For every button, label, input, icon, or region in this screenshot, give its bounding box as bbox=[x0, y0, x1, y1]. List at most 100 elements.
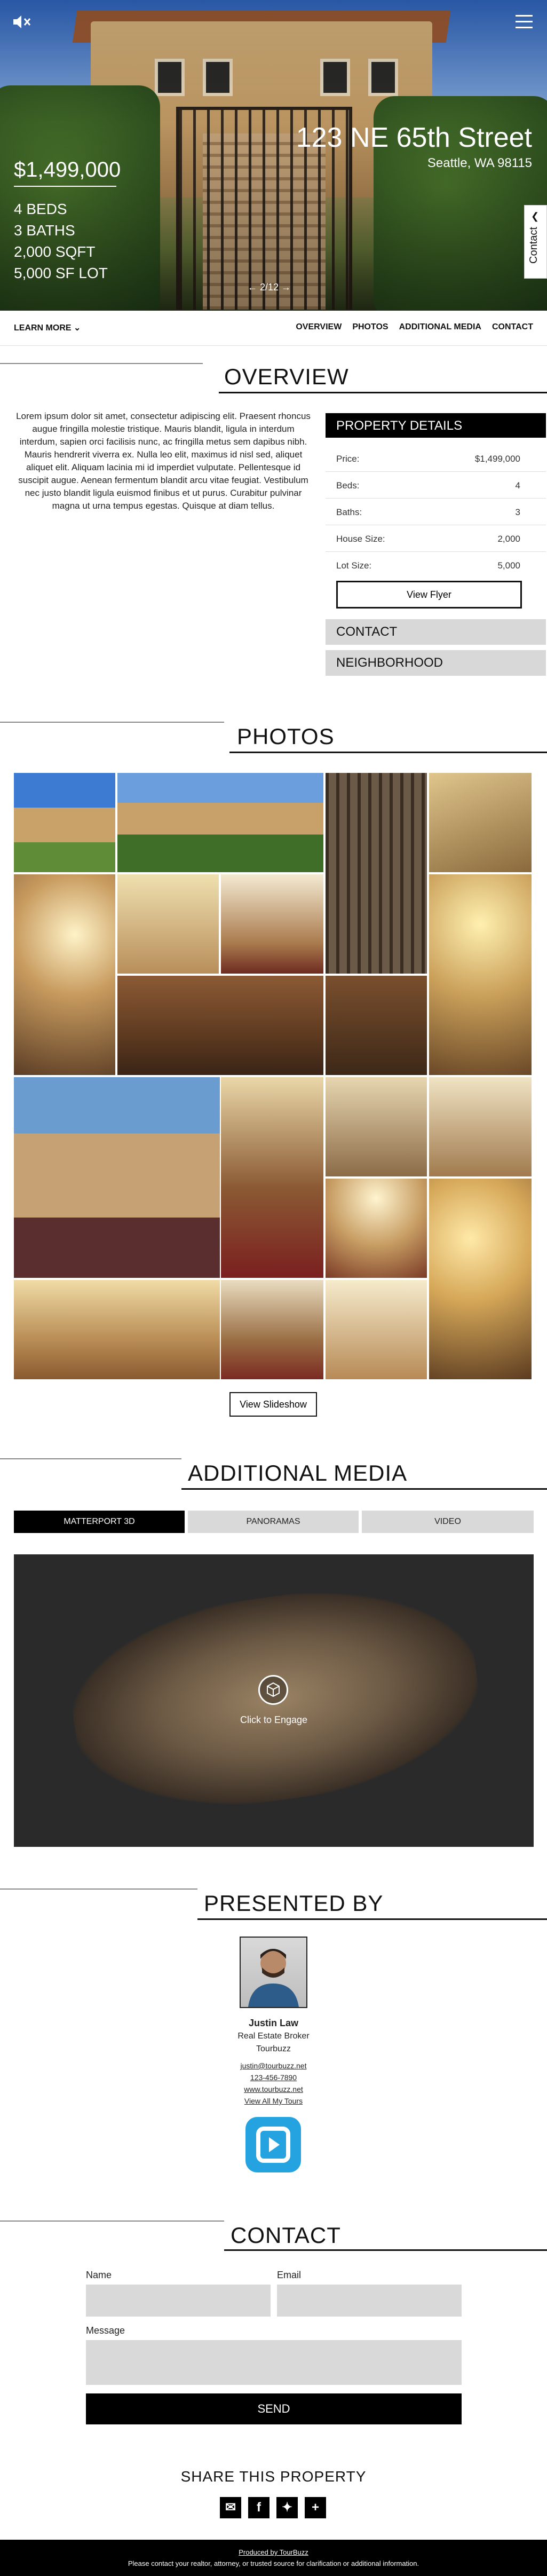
name-label: Name bbox=[86, 2270, 112, 2280]
media-rule-right bbox=[181, 1488, 547, 1490]
detail-label: Baths: bbox=[336, 507, 362, 517]
agent-phone-link[interactable]: 123-456-7890 bbox=[0, 2073, 547, 2082]
name-input[interactable] bbox=[86, 2285, 271, 2317]
gallery-photo[interactable] bbox=[429, 1077, 532, 1176]
gallery-photo[interactable] bbox=[326, 1280, 427, 1379]
overview-description: Lorem ipsum dolor sit amet, consectetur … bbox=[16, 411, 311, 511]
gallery-photo[interactable] bbox=[14, 1077, 220, 1278]
gallery-photo[interactable] bbox=[117, 773, 323, 872]
email-label: Email bbox=[277, 2270, 302, 2280]
hero-facts: 4 BEDS 3 BATHS 2,000 SQFT 5,000 SF LOT bbox=[14, 199, 108, 284]
view-slideshow-button[interactable]: View Slideshow bbox=[229, 1392, 317, 1417]
gallery-photo[interactable] bbox=[429, 874, 532, 1075]
photos-title: PHOTOS bbox=[237, 724, 335, 749]
gallery-photo[interactable] bbox=[14, 773, 115, 872]
fact-baths: 3 BATHS bbox=[14, 222, 75, 239]
detail-row-beds: Beds: 4 bbox=[326, 472, 546, 499]
message-textarea[interactable] bbox=[86, 2340, 462, 2385]
nav-link-contact[interactable]: CONTACT bbox=[492, 322, 533, 332]
photo-counter[interactable]: ← 2/12 → bbox=[248, 282, 291, 293]
contact-rule-right bbox=[224, 2249, 547, 2251]
detail-value: 4 bbox=[515, 480, 520, 491]
view-all-tours-link[interactable]: View All My Tours bbox=[0, 2097, 547, 2105]
section-nav: LEARN MORE ⌄ OVERVIEW PHOTOS ADDITIONAL … bbox=[0, 311, 547, 346]
street-address: 123 NE 65th Street bbox=[296, 122, 532, 153]
gallery-photo[interactable] bbox=[117, 874, 219, 974]
gallery-photo[interactable] bbox=[326, 1179, 427, 1278]
fact-sqft: 2,000 SQFT bbox=[14, 243, 96, 260]
mute-icon[interactable] bbox=[12, 14, 33, 30]
overview-rule-left bbox=[0, 363, 203, 364]
neighborhood-accordion[interactable]: NEIGHBORHOOD bbox=[326, 650, 546, 676]
nav-link-photos[interactable]: PHOTOS bbox=[352, 322, 388, 332]
plus-icon[interactable]: + bbox=[305, 2497, 326, 2518]
learn-more-label: LEARN MORE bbox=[14, 323, 72, 333]
email-icon[interactable]: ✉ bbox=[220, 2497, 241, 2518]
gallery-photo[interactable] bbox=[221, 874, 323, 974]
matterport-viewer[interactable]: Click to Engage bbox=[14, 1554, 534, 1847]
gallery-photo[interactable] bbox=[326, 1077, 427, 1176]
contact-side-tab[interactable]: ❮ Contact bbox=[524, 205, 547, 279]
detail-row-lot-size: Lot Size: 5,000 bbox=[326, 552, 546, 579]
chevron-down-icon: ⌄ bbox=[74, 323, 81, 333]
price-divider bbox=[14, 186, 116, 187]
agent-role: Real Estate Broker bbox=[237, 2032, 310, 2041]
photos-rule-right bbox=[229, 752, 547, 753]
contact-rule-left bbox=[0, 2221, 224, 2222]
gallery-photo[interactable] bbox=[429, 1179, 532, 1379]
additional-media-title: ADDITIONAL MEDIA bbox=[188, 1460, 408, 1485]
presented-by-title: PRESENTED BY bbox=[204, 1891, 384, 1916]
detail-label: Beds: bbox=[336, 480, 360, 491]
produced-by-link[interactable]: Produced by TourBuzz bbox=[0, 2540, 547, 2556]
chevron-left-icon: ❮ bbox=[531, 211, 540, 222]
detail-label: Lot Size: bbox=[336, 560, 372, 571]
tab-matterport[interactable]: MATTERPORT 3D bbox=[14, 1511, 185, 1533]
gallery-photo[interactable] bbox=[221, 1077, 323, 1278]
presented-rule-left bbox=[0, 1888, 197, 1890]
gallery-photo[interactable] bbox=[14, 1280, 220, 1379]
tab-panoramas[interactable]: PANORAMAS bbox=[188, 1511, 359, 1533]
nav-link-additional-media[interactable]: ADDITIONAL MEDIA bbox=[399, 322, 481, 332]
media-rule-left bbox=[0, 1458, 181, 1459]
gallery-photo[interactable] bbox=[221, 1280, 323, 1379]
nav-links: OVERVIEW PHOTOS ADDITIONAL MEDIA CONTACT bbox=[296, 322, 533, 332]
email-input[interactable] bbox=[277, 2285, 462, 2317]
photos-rule-left bbox=[0, 722, 224, 723]
hero-image[interactable]: $1,499,000 4 BEDS 3 BATHS 2,000 SQFT 5,0… bbox=[0, 0, 547, 311]
fact-beds: 4 BEDS bbox=[14, 201, 67, 217]
nav-link-overview[interactable]: OVERVIEW bbox=[296, 322, 342, 332]
footer: Produced by TourBuzz Please contact your… bbox=[0, 2540, 547, 2576]
message-label: Message bbox=[86, 2325, 125, 2336]
property-details-header: PROPERTY DETAILS bbox=[326, 413, 546, 438]
contact-accordion[interactable]: CONTACT bbox=[326, 619, 546, 645]
detail-value: $1,499,000 bbox=[474, 454, 520, 464]
tab-video[interactable]: VIDEO bbox=[362, 1511, 534, 1533]
detail-value: 5,000 bbox=[497, 560, 520, 571]
click-to-engage-label: Click to Engage bbox=[240, 1714, 308, 1725]
overview-title: OVERVIEW bbox=[224, 364, 349, 389]
agent-email-link[interactable]: justin@tourbuzz.net bbox=[0, 2061, 547, 2070]
gallery-photo[interactable] bbox=[326, 976, 427, 1075]
agent-company: Tourbuzz bbox=[256, 2044, 291, 2053]
detail-row-baths: Baths: 3 bbox=[326, 499, 546, 525]
cube-icon[interactable] bbox=[258, 1675, 288, 1705]
gallery-photo[interactable] bbox=[117, 976, 323, 1075]
facebook-icon[interactable]: f bbox=[248, 2497, 269, 2518]
tourbuzz-logo bbox=[245, 2117, 301, 2172]
gallery-photo[interactable] bbox=[326, 773, 427, 974]
gallery-photo[interactable] bbox=[429, 773, 532, 872]
view-flyer-button[interactable]: View Flyer bbox=[336, 581, 522, 609]
detail-value: 3 bbox=[515, 507, 520, 517]
detail-row-price: Price: $1,499,000 bbox=[326, 445, 546, 472]
fact-lot: 5,000 SF LOT bbox=[14, 265, 108, 281]
hamburger-menu-icon[interactable] bbox=[516, 15, 533, 29]
twitter-icon[interactable]: ✦ bbox=[276, 2497, 298, 2518]
send-button[interactable]: SEND bbox=[86, 2393, 462, 2424]
learn-more-dropdown[interactable]: LEARN MORE ⌄ bbox=[14, 322, 81, 333]
agent-website-link[interactable]: www.tourbuzz.net bbox=[0, 2085, 547, 2093]
gallery-photo[interactable] bbox=[14, 874, 115, 1075]
contact-title: CONTACT bbox=[231, 2223, 341, 2248]
share-title: SHARE THIS PROPERTY bbox=[180, 2468, 367, 2485]
footer-disclaimer: Please contact your realtor, attorney, o… bbox=[128, 2559, 419, 2567]
detail-row-house-size: House Size: 2,000 bbox=[326, 525, 546, 552]
